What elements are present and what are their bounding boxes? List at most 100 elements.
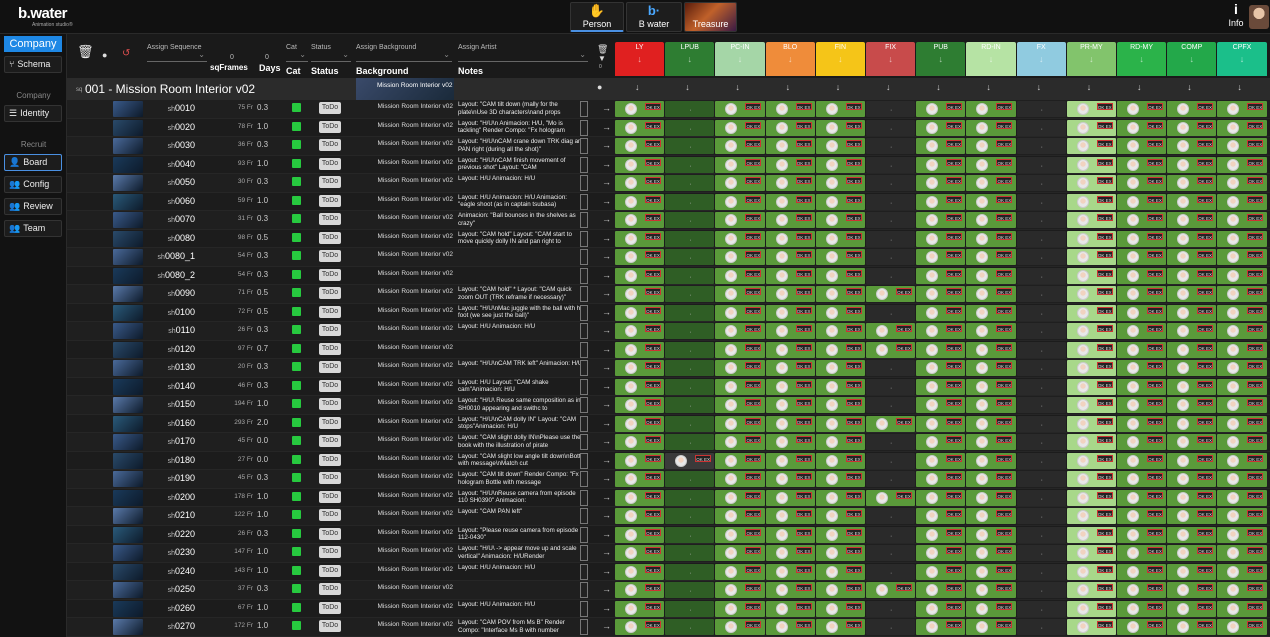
shot-notes[interactable]: Layout: "H/U\n Animacion: H/U, "Mo is ta… (458, 120, 586, 136)
task-cell-pub[interactable]: OK EX (916, 101, 966, 117)
artist-avatar[interactable] (876, 417, 888, 430)
artist-avatar[interactable] (725, 621, 738, 633)
shot-background[interactable]: Mission Room Interior v02 (357, 547, 454, 554)
status-badge[interactable]: ToDo (319, 527, 341, 540)
task-cell-comp[interactable]: OK EX (1167, 397, 1217, 413)
task-cell-blo[interactable]: OK EX (765, 193, 815, 210)
arrow-right-icon[interactable]: → (602, 566, 611, 576)
task-cell-fix[interactable]: · (866, 378, 916, 395)
artist-avatar[interactable] (725, 269, 738, 282)
artist-avatar[interactable] (1227, 232, 1240, 245)
artist-avatar[interactable] (825, 491, 838, 504)
task-cell-ly[interactable]: OK EX (615, 193, 665, 210)
artist-avatar[interactable] (775, 158, 788, 171)
artist-avatar[interactable] (1127, 621, 1139, 633)
artist-avatar[interactable] (1127, 103, 1139, 115)
shot-days[interactable]: 1.0 (257, 492, 268, 501)
shot-days[interactable]: 0.3 (257, 584, 268, 593)
artist-avatar[interactable] (825, 269, 838, 282)
arrow-down-icon[interactable]: ↓ (816, 54, 865, 64)
task-cell-lpub[interactable]: · (665, 360, 715, 376)
shot-thumbnail[interactable] (113, 434, 143, 450)
task-cell-ly[interactable]: OK EX (615, 563, 665, 580)
shot-days[interactable]: 0.3 (257, 529, 268, 538)
sidebar-item-identity[interactable]: ☰ Identity (4, 105, 62, 122)
task-cell-lpub[interactable]: · (665, 508, 715, 524)
category-badge[interactable] (292, 417, 301, 427)
artist-avatar[interactable] (625, 214, 637, 226)
table-row[interactable]: sh0010 75 Fr 0.3 ToDo Mission Room Interior … (67, 100, 1270, 119)
artist-avatar[interactable] (1227, 491, 1240, 504)
task-cell-pc-in[interactable]: OK EX (715, 286, 765, 302)
task-cell-fx[interactable]: · (1016, 304, 1066, 321)
task-cell-cpfx[interactable]: OK EX (1217, 323, 1267, 339)
task-cell-lpub[interactable]: OK EX (665, 452, 715, 469)
task-cell-fx[interactable]: · (1016, 230, 1066, 247)
table-row[interactable]: sh0080 98 Fr 0.5 ToDo Mission Room Interior … (67, 229, 1270, 248)
task-cell-fix[interactable]: · (866, 267, 916, 284)
task-cell-rd-my[interactable]: OK EX (1117, 156, 1167, 173)
task-cell-rd-in[interactable]: OK EX (966, 212, 1016, 228)
task-cell-fix[interactable]: · (866, 452, 916, 469)
task-cell-cpfx[interactable]: OK EX (1217, 341, 1267, 358)
artist-avatar[interactable] (1227, 140, 1240, 152)
task-cell-fix[interactable]: · (866, 156, 916, 173)
category-badge[interactable] (292, 436, 301, 445)
artist-avatar[interactable] (976, 325, 989, 337)
shot-notes[interactable] (458, 342, 586, 358)
shot-thumbnail[interactable] (113, 397, 143, 413)
artist-avatar[interactable] (1177, 528, 1190, 541)
shot-days[interactable]: 1.0 (257, 122, 268, 131)
artist-avatar[interactable] (1076, 288, 1089, 300)
artist-avatar[interactable] (1076, 195, 1089, 208)
arrow-down-icon[interactable]: ↓ (916, 54, 965, 64)
artist-avatar[interactable] (976, 140, 989, 152)
artist-avatar[interactable] (825, 232, 838, 245)
task-cell-blo[interactable]: OK EX (765, 212, 815, 228)
task-cell-blo[interactable]: OK EX (765, 249, 815, 265)
artist-avatar[interactable] (1076, 454, 1089, 467)
task-cell-fx[interactable]: · (1016, 101, 1066, 117)
task-cell-lpub[interactable]: · (665, 600, 715, 617)
shot-thumbnail[interactable] (113, 619, 143, 635)
artist-avatar[interactable] (1177, 491, 1190, 504)
artist-avatar[interactable] (976, 621, 989, 633)
shot-thumbnail[interactable] (113, 452, 143, 469)
shot-days[interactable]: 0.7 (257, 344, 268, 353)
task-cell-ly[interactable]: OK EX (615, 119, 665, 136)
status-badge[interactable]: ToDo (319, 213, 341, 225)
artist-avatar[interactable] (725, 547, 738, 559)
task-cell-pub[interactable]: OK EX (916, 526, 966, 543)
artist-avatar[interactable] (1227, 288, 1240, 300)
shot-background[interactable]: Mission Room Interior v02 (357, 159, 454, 166)
artist-avatar[interactable] (775, 510, 788, 522)
artist-avatar[interactable] (1076, 565, 1089, 578)
artist-avatar[interactable] (625, 584, 637, 596)
status-badge[interactable]: ToDo (319, 398, 341, 410)
artist-avatar[interactable] (1177, 510, 1190, 522)
status-badge[interactable]: ToDo (319, 120, 341, 133)
shot-background[interactable]: Mission Room Interior v02 (357, 103, 454, 110)
task-cell-rd-in[interactable]: OK EX (966, 193, 1016, 210)
task-cell-pr-my[interactable]: OK EX (1066, 563, 1116, 580)
task-cell-fin[interactable]: OK EX (815, 156, 865, 173)
task-cell-lpub[interactable]: · (665, 101, 715, 117)
task-cell-comp[interactable]: OK EX (1167, 489, 1217, 506)
task-cell-rd-my[interactable]: OK EX (1117, 434, 1167, 450)
task-cell-ly[interactable]: OK EX (615, 304, 665, 321)
department-column-rd-my[interactable]: RD-MY ↓ (1117, 42, 1167, 76)
artist-avatar[interactable] (1227, 325, 1240, 337)
task-cell-pc-in[interactable]: OK EX (715, 600, 765, 617)
artist-avatar[interactable] (1127, 288, 1139, 300)
shot-notes[interactable]: Layout: "H/U\nCAM crane down TRK diag an… (458, 138, 586, 154)
task-cell-ly[interactable]: OK EX (615, 267, 665, 284)
artist-avatar[interactable] (625, 399, 637, 411)
artist-avatar[interactable] (775, 325, 788, 337)
artist-avatar[interactable] (725, 343, 738, 356)
task-cell-rd-my[interactable]: OK EX (1117, 341, 1167, 358)
artist-avatar[interactable] (1177, 251, 1190, 263)
artist-avatar[interactable] (1177, 436, 1190, 448)
task-cell-pc-in[interactable]: OK EX (715, 212, 765, 228)
artist-avatar[interactable] (1076, 343, 1089, 356)
table-row[interactable]: sh0250 37 Fr 0.3 ToDo Mission Room Interior … (67, 581, 1270, 600)
